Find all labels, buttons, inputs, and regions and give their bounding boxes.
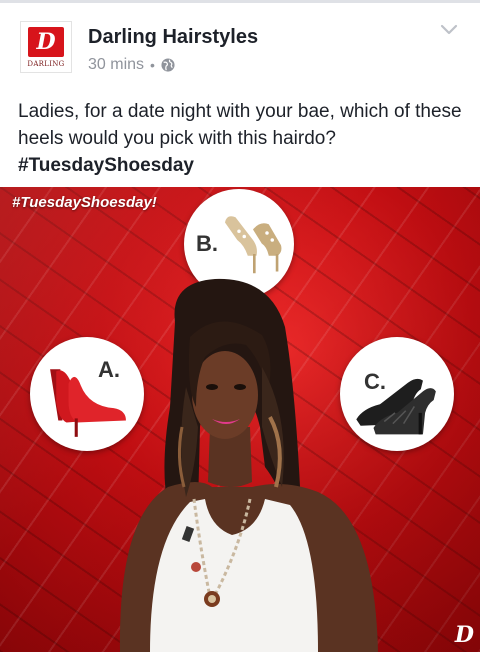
post-time[interactable]: 30 mins — [88, 56, 144, 74]
meta-separator: • — [150, 57, 155, 73]
post-image[interactable]: #TuesdayShoesday! B. A. C. D — [0, 187, 480, 652]
globe-icon — [161, 58, 175, 72]
post-hashtag[interactable]: #TuesdayShoesday — [18, 152, 468, 179]
page-avatar[interactable]: D DARLING — [20, 21, 72, 73]
post-meta: 30 mins • — [88, 56, 175, 74]
brand-logo-word: DARLING — [27, 60, 65, 68]
chevron-down-icon[interactable] — [440, 24, 458, 36]
model-photo — [119, 278, 378, 652]
post-text: Ladies, for a date night with your bae, … — [18, 98, 468, 179]
brand-corner-mark: D — [454, 622, 474, 648]
brand-logo-mark: D — [28, 27, 64, 57]
page-name[interactable]: Darling Hairstyles — [88, 26, 258, 49]
top-divider — [0, 0, 480, 3]
post-body: Ladies, for a date night with your bae, … — [18, 101, 462, 149]
